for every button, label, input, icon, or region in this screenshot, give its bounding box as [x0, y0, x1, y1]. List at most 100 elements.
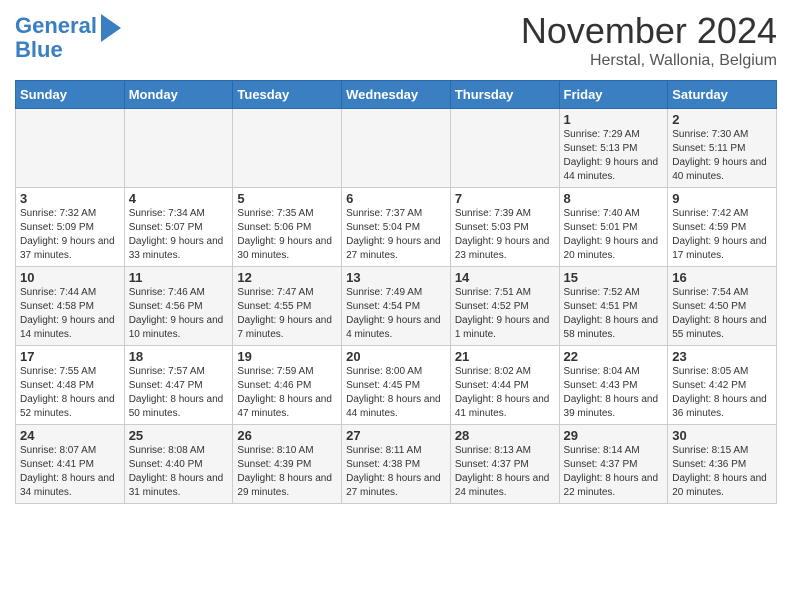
table-row: 5Sunrise: 7:35 AMSunset: 5:06 PMDaylight… — [233, 188, 342, 267]
day-number: 3 — [20, 191, 120, 206]
day-info: Sunrise: 7:42 AMSunset: 4:59 PMDaylight:… — [672, 207, 772, 263]
calendar-week-row: 1Sunrise: 7:29 AMSunset: 5:13 PMDaylight… — [16, 109, 777, 188]
table-row — [233, 109, 342, 188]
day-number: 14 — [455, 270, 555, 285]
day-number: 13 — [346, 270, 446, 285]
table-row: 22Sunrise: 8:04 AMSunset: 4:43 PMDayligh… — [559, 346, 668, 425]
day-number: 8 — [564, 191, 664, 206]
day-info: Sunrise: 7:46 AMSunset: 4:56 PMDaylight:… — [129, 286, 229, 342]
table-row: 26Sunrise: 8:10 AMSunset: 4:39 PMDayligh… — [233, 425, 342, 504]
day-number: 10 — [20, 270, 120, 285]
table-row: 29Sunrise: 8:14 AMSunset: 4:37 PMDayligh… — [559, 425, 668, 504]
calendar-header-row: Sunday Monday Tuesday Wednesday Thursday… — [16, 81, 777, 109]
table-row: 18Sunrise: 7:57 AMSunset: 4:47 PMDayligh… — [124, 346, 233, 425]
day-number: 12 — [237, 270, 337, 285]
day-number: 26 — [237, 428, 337, 443]
table-row: 24Sunrise: 8:07 AMSunset: 4:41 PMDayligh… — [16, 425, 125, 504]
day-info: Sunrise: 7:57 AMSunset: 4:47 PMDaylight:… — [129, 365, 229, 421]
table-row: 7Sunrise: 7:39 AMSunset: 5:03 PMDaylight… — [450, 188, 559, 267]
day-number: 24 — [20, 428, 120, 443]
day-info: Sunrise: 8:08 AMSunset: 4:40 PMDaylight:… — [129, 444, 229, 500]
table-row: 23Sunrise: 8:05 AMSunset: 4:42 PMDayligh… — [668, 346, 777, 425]
table-row: 20Sunrise: 8:00 AMSunset: 4:45 PMDayligh… — [342, 346, 451, 425]
calendar-table: Sunday Monday Tuesday Wednesday Thursday… — [15, 80, 777, 504]
day-number: 6 — [346, 191, 446, 206]
day-number: 18 — [129, 349, 229, 364]
table-row: 19Sunrise: 7:59 AMSunset: 4:46 PMDayligh… — [233, 346, 342, 425]
logo-text: General — [15, 14, 97, 38]
logo: General Blue — [15, 10, 121, 62]
title-block: November 2024 Herstal, Wallonia, Belgium — [521, 10, 777, 70]
table-row: 3Sunrise: 7:32 AMSunset: 5:09 PMDaylight… — [16, 188, 125, 267]
calendar-week-row: 17Sunrise: 7:55 AMSunset: 4:48 PMDayligh… — [16, 346, 777, 425]
day-number: 2 — [672, 112, 772, 127]
table-row: 1Sunrise: 7:29 AMSunset: 5:13 PMDaylight… — [559, 109, 668, 188]
day-number: 27 — [346, 428, 446, 443]
table-row: 13Sunrise: 7:49 AMSunset: 4:54 PMDayligh… — [342, 267, 451, 346]
day-info: Sunrise: 7:49 AMSunset: 4:54 PMDaylight:… — [346, 286, 446, 342]
table-row: 4Sunrise: 7:34 AMSunset: 5:07 PMDaylight… — [124, 188, 233, 267]
day-info: Sunrise: 7:32 AMSunset: 5:09 PMDaylight:… — [20, 207, 120, 263]
table-row: 12Sunrise: 7:47 AMSunset: 4:55 PMDayligh… — [233, 267, 342, 346]
table-row: 30Sunrise: 8:15 AMSunset: 4:36 PMDayligh… — [668, 425, 777, 504]
day-info: Sunrise: 8:11 AMSunset: 4:38 PMDaylight:… — [346, 444, 446, 500]
table-row: 16Sunrise: 7:54 AMSunset: 4:50 PMDayligh… — [668, 267, 777, 346]
page: General Blue November 2024 Herstal, Wall… — [0, 0, 792, 514]
header: General Blue November 2024 Herstal, Wall… — [15, 10, 777, 70]
day-info: Sunrise: 7:52 AMSunset: 4:51 PMDaylight:… — [564, 286, 664, 342]
day-number: 22 — [564, 349, 664, 364]
col-tuesday: Tuesday — [233, 81, 342, 109]
day-info: Sunrise: 7:35 AMSunset: 5:06 PMDaylight:… — [237, 207, 337, 263]
location: Herstal, Wallonia, Belgium — [521, 52, 777, 70]
day-info: Sunrise: 8:14 AMSunset: 4:37 PMDaylight:… — [564, 444, 664, 500]
logo-arrow-icon — [101, 14, 121, 42]
day-number: 28 — [455, 428, 555, 443]
day-number: 25 — [129, 428, 229, 443]
day-number: 4 — [129, 191, 229, 206]
table-row: 14Sunrise: 7:51 AMSunset: 4:52 PMDayligh… — [450, 267, 559, 346]
col-thursday: Thursday — [450, 81, 559, 109]
day-info: Sunrise: 8:07 AMSunset: 4:41 PMDaylight:… — [20, 444, 120, 500]
day-number: 19 — [237, 349, 337, 364]
day-info: Sunrise: 7:55 AMSunset: 4:48 PMDaylight:… — [20, 365, 120, 421]
table-row: 9Sunrise: 7:42 AMSunset: 4:59 PMDaylight… — [668, 188, 777, 267]
table-row: 15Sunrise: 7:52 AMSunset: 4:51 PMDayligh… — [559, 267, 668, 346]
table-row — [342, 109, 451, 188]
day-number: 5 — [237, 191, 337, 206]
day-info: Sunrise: 8:02 AMSunset: 4:44 PMDaylight:… — [455, 365, 555, 421]
col-wednesday: Wednesday — [342, 81, 451, 109]
day-info: Sunrise: 8:15 AMSunset: 4:36 PMDaylight:… — [672, 444, 772, 500]
day-number: 1 — [564, 112, 664, 127]
day-info: Sunrise: 7:47 AMSunset: 4:55 PMDaylight:… — [237, 286, 337, 342]
calendar-week-row: 10Sunrise: 7:44 AMSunset: 4:58 PMDayligh… — [16, 267, 777, 346]
logo-text2: Blue — [15, 38, 63, 62]
day-info: Sunrise: 7:40 AMSunset: 5:01 PMDaylight:… — [564, 207, 664, 263]
day-info: Sunrise: 7:51 AMSunset: 4:52 PMDaylight:… — [455, 286, 555, 342]
day-info: Sunrise: 7:54 AMSunset: 4:50 PMDaylight:… — [672, 286, 772, 342]
col-monday: Monday — [124, 81, 233, 109]
table-row: 28Sunrise: 8:13 AMSunset: 4:37 PMDayligh… — [450, 425, 559, 504]
calendar-week-row: 24Sunrise: 8:07 AMSunset: 4:41 PMDayligh… — [16, 425, 777, 504]
table-row: 25Sunrise: 8:08 AMSunset: 4:40 PMDayligh… — [124, 425, 233, 504]
day-info: Sunrise: 7:34 AMSunset: 5:07 PMDaylight:… — [129, 207, 229, 263]
table-row — [16, 109, 125, 188]
day-number: 21 — [455, 349, 555, 364]
table-row: 27Sunrise: 8:11 AMSunset: 4:38 PMDayligh… — [342, 425, 451, 504]
table-row: 8Sunrise: 7:40 AMSunset: 5:01 PMDaylight… — [559, 188, 668, 267]
day-info: Sunrise: 8:10 AMSunset: 4:39 PMDaylight:… — [237, 444, 337, 500]
day-info: Sunrise: 7:44 AMSunset: 4:58 PMDaylight:… — [20, 286, 120, 342]
table-row: 21Sunrise: 8:02 AMSunset: 4:44 PMDayligh… — [450, 346, 559, 425]
day-info: Sunrise: 7:39 AMSunset: 5:03 PMDaylight:… — [455, 207, 555, 263]
day-number: 9 — [672, 191, 772, 206]
day-number: 17 — [20, 349, 120, 364]
day-info: Sunrise: 7:37 AMSunset: 5:04 PMDaylight:… — [346, 207, 446, 263]
day-number: 23 — [672, 349, 772, 364]
day-number: 30 — [672, 428, 772, 443]
col-saturday: Saturday — [668, 81, 777, 109]
table-row: 6Sunrise: 7:37 AMSunset: 5:04 PMDaylight… — [342, 188, 451, 267]
col-sunday: Sunday — [16, 81, 125, 109]
calendar-week-row: 3Sunrise: 7:32 AMSunset: 5:09 PMDaylight… — [16, 188, 777, 267]
table-row — [124, 109, 233, 188]
col-friday: Friday — [559, 81, 668, 109]
day-info: Sunrise: 7:59 AMSunset: 4:46 PMDaylight:… — [237, 365, 337, 421]
